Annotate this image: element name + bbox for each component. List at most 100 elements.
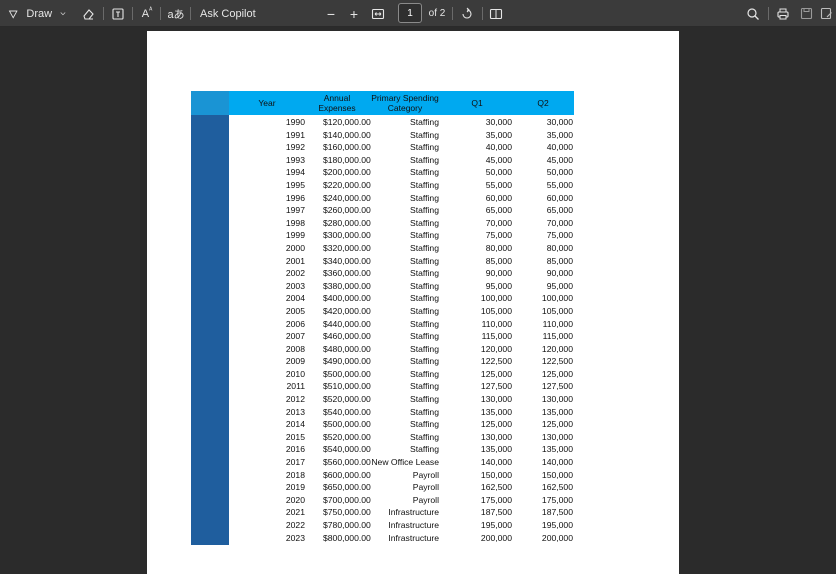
- cell-year: 2004: [285, 293, 305, 304]
- table-row: 2020 $700,000.00 Payroll 175,000 175,000: [229, 494, 574, 507]
- cell-year: 2011: [286, 381, 305, 392]
- cell-q1: 130,000: [480, 431, 512, 442]
- cell-q1: 115,000: [481, 331, 512, 342]
- cell-q1: 35,000: [485, 129, 512, 140]
- cell-q1: 110,000: [481, 318, 512, 329]
- cell-primary-category: Staffing: [410, 394, 439, 405]
- cell-year: 2013: [285, 406, 305, 417]
- text-size-button[interactable]: Aᴬ: [138, 0, 156, 27]
- cell-primary-category: Staffing: [410, 142, 439, 153]
- cell-year: 1992: [285, 142, 305, 153]
- cell-primary-category: Staffing: [410, 419, 439, 430]
- page-number-input[interactable]: 1: [398, 3, 422, 23]
- toolbar-divider: [132, 7, 133, 20]
- cell-annual-expenses: $540,000.00: [323, 444, 371, 455]
- cell-year: 2019: [285, 482, 305, 493]
- cell-primary-category: Staffing: [410, 318, 439, 329]
- table-row: 1993 $180,000.00 Staffing 45,000 45,000: [229, 154, 574, 167]
- table-row: 2005 $420,000.00 Staffing 105,000 105,000: [229, 305, 574, 318]
- toolbar-divider: [482, 7, 483, 20]
- cell-q2: 35,000: [546, 129, 573, 140]
- zoom-out-button[interactable]: −: [324, 0, 338, 27]
- cell-q2: 125,000: [541, 368, 573, 379]
- cell-annual-expenses: $260,000.00: [323, 205, 371, 216]
- cell-annual-expenses: $180,000.00: [323, 154, 371, 165]
- cell-primary-category: Staffing: [410, 343, 439, 354]
- cell-q1: 175,000: [480, 494, 512, 505]
- table-row: 2012 $520,000.00 Staffing 130,000 130,000: [229, 393, 574, 406]
- cell-primary-category: Infrastructure: [388, 507, 439, 518]
- header-year: Year: [258, 98, 276, 108]
- cell-year: 2010: [285, 368, 305, 379]
- cell-year: 1996: [285, 192, 305, 203]
- save-icon: [800, 7, 812, 20]
- ask-copilot-button[interactable]: Ask Copilot: [200, 0, 256, 27]
- cell-primary-category: Staffing: [410, 431, 439, 442]
- cell-primary-category: Staffing: [410, 242, 439, 253]
- cell-annual-expenses: $380,000.00: [323, 280, 371, 291]
- text-size-icon: A: [141, 7, 150, 20]
- fit-page-button[interactable]: [369, 0, 387, 27]
- cell-q2: 55,000: [546, 179, 573, 190]
- print-button[interactable]: [774, 0, 792, 27]
- table-row: 1999 $300,000.00 Staffing 75,000 75,000: [229, 229, 574, 242]
- draw-button[interactable]: Draw: [8, 0, 66, 27]
- cell-primary-category: Staffing: [410, 179, 439, 190]
- cell-q1: 135,000: [480, 406, 512, 417]
- cell-q1: 70,000: [485, 217, 512, 228]
- cell-annual-expenses: $750,000.00: [323, 507, 371, 518]
- page-total: of 2: [426, 0, 448, 27]
- search-button[interactable]: [744, 0, 762, 27]
- table-row: 1990 $120,000.00 Staffing 30,000 30,000: [229, 116, 574, 129]
- cell-q2: 45,000: [546, 154, 573, 165]
- save-as-button[interactable]: [818, 0, 834, 27]
- table-side-column: [191, 91, 229, 545]
- ask-copilot-label: Ask Copilot: [200, 7, 256, 20]
- chevron-down-icon: [60, 11, 66, 15]
- cell-q1: 105,000: [480, 305, 512, 316]
- table-row: 2021 $750,000.00 Infrastructure 187,500 187,…: [229, 506, 574, 519]
- cell-annual-expenses: $700,000.00: [323, 494, 371, 505]
- cell-annual-expenses: $460,000.00: [323, 331, 371, 342]
- table-row: 2002 $360,000.00 Staffing 90,000 90,000: [229, 267, 574, 280]
- cell-q2: 187,500: [541, 507, 573, 518]
- cell-primary-category: New Office Lease: [371, 457, 439, 468]
- cell-annual-expenses: $780,000.00: [323, 520, 371, 530]
- cell-year: 1999: [285, 230, 305, 241]
- cell-year: 2016: [285, 444, 305, 455]
- search-icon: [747, 7, 759, 20]
- cell-year: 2003: [285, 280, 305, 291]
- rotate-button[interactable]: [458, 0, 476, 27]
- cell-primary-category: Staffing: [410, 305, 439, 316]
- cell-q1: 60,000: [485, 192, 512, 203]
- cell-primary-category: Staffing: [410, 368, 439, 379]
- cell-q1: 50,000: [485, 167, 512, 178]
- rotate-icon: [462, 7, 472, 19]
- cell-year: 2005: [285, 305, 305, 316]
- cell-q1: 200,000: [480, 532, 512, 543]
- cell-annual-expenses: $500,000.00: [323, 419, 371, 430]
- cell-q2: 60,000: [546, 192, 573, 203]
- table-row: 1991 $140,000.00 Staffing 35,000 35,000: [229, 129, 574, 142]
- cell-q2: 70,000: [546, 217, 573, 228]
- cell-q2: 122,500: [541, 356, 573, 367]
- zoom-in-button[interactable]: +: [347, 0, 361, 27]
- text-box-button[interactable]: [109, 0, 127, 27]
- cell-q2: 135,000: [541, 444, 573, 455]
- cell-annual-expenses: $490,000.00: [323, 356, 371, 367]
- page-view-button[interactable]: [487, 0, 505, 27]
- cell-q1: 40,000: [485, 142, 512, 153]
- cell-q2: 175,000: [541, 494, 573, 505]
- table-row: 2019 $650,000.00 Payroll 162,500 162,500: [229, 481, 574, 494]
- cell-year: 2012: [285, 394, 305, 405]
- eraser-button[interactable]: [79, 0, 97, 27]
- save-as-icon: [820, 7, 832, 20]
- save-button[interactable]: [797, 0, 815, 27]
- cell-q1: 122,500: [480, 356, 512, 367]
- cell-q2: 50,000: [546, 167, 573, 178]
- cell-q2: 162,500: [541, 482, 573, 493]
- read-aloud-button[interactable]: aあ: [166, 0, 186, 27]
- cell-primary-category: Payroll: [412, 494, 439, 505]
- eraser-icon: [83, 8, 94, 20]
- translate-icon: aあ: [167, 8, 185, 21]
